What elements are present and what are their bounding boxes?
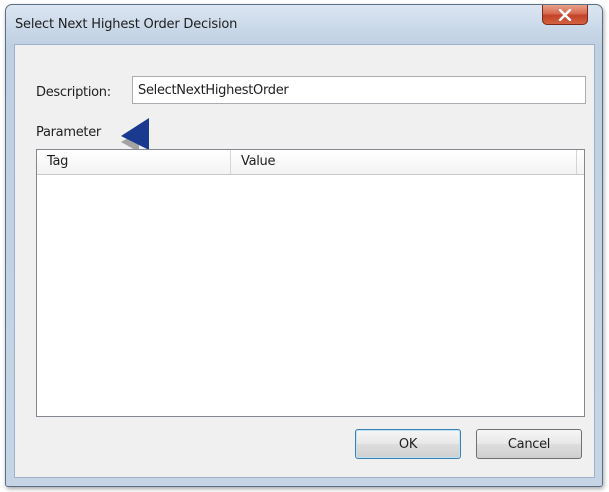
dialog-client-area: Description: Parameter Tag Value OK Canc… [14, 44, 595, 478]
parameter-list-body[interactable] [37, 175, 584, 416]
parameter-label: Parameter [36, 125, 101, 140]
description-label: Description: [36, 85, 111, 100]
pointer-arrow-icon [121, 118, 149, 152]
column-header-value[interactable]: Value [231, 150, 577, 174]
close-button[interactable] [542, 5, 588, 25]
window-title: Select Next Highest Order Decision [15, 17, 238, 32]
dialog-window: Select Next Highest Order Decision Descr… [5, 4, 603, 487]
parameter-list[interactable]: Tag Value [36, 149, 585, 417]
cancel-button[interactable]: Cancel [476, 429, 582, 459]
ok-button[interactable]: OK [355, 429, 461, 459]
column-header-tag[interactable]: Tag [37, 150, 231, 174]
close-icon [558, 8, 572, 21]
parameter-list-header: Tag Value [37, 150, 584, 175]
description-input[interactable] [132, 76, 586, 104]
